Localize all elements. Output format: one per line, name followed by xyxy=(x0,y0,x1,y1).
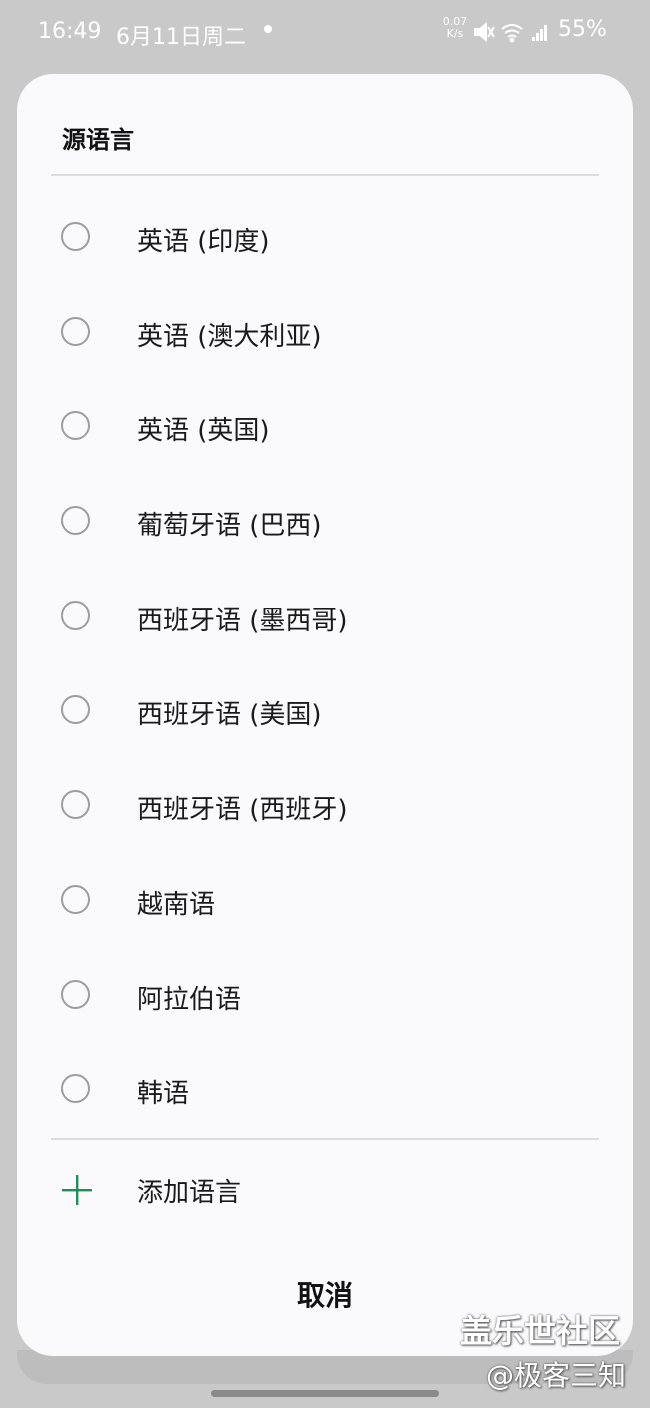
language-option[interactable]: 西班牙语 (墨西哥) xyxy=(17,571,633,666)
network-speed: 0.07 K/s xyxy=(440,16,470,40)
cancel-button[interactable]: 取消 xyxy=(265,1274,385,1314)
status-time: 16:49 xyxy=(38,19,102,44)
radio-button-icon[interactable] xyxy=(61,790,90,820)
radio-button-icon[interactable] xyxy=(61,884,90,914)
mute-icon xyxy=(474,21,495,43)
radio-button-icon[interactable] xyxy=(61,506,90,536)
language-option-label: 西班牙语 (西班牙) xyxy=(137,795,348,826)
radio-button-icon[interactable] xyxy=(61,979,90,1009)
radio-button-icon[interactable] xyxy=(61,222,90,251)
language-option-label: 西班牙语 (墨西哥) xyxy=(137,605,348,636)
radio-button-icon[interactable] xyxy=(61,411,90,441)
radio-button-icon[interactable] xyxy=(61,600,90,630)
language-option-label: 英语 (英国) xyxy=(137,416,270,447)
language-option-label: 葡萄牙语 (巴西) xyxy=(137,511,322,542)
language-option[interactable]: 英语 (印度) xyxy=(17,192,633,287)
language-option-label: 阿拉伯语 xyxy=(137,984,242,1015)
language-option[interactable]: 英语 (澳大利亚) xyxy=(17,287,633,382)
notification-dot-icon xyxy=(264,25,272,33)
signal-icon xyxy=(532,25,547,41)
home-gesture-bar[interactable] xyxy=(211,1390,439,1397)
battery-level: 55% xyxy=(558,17,607,42)
radio-button-icon[interactable] xyxy=(61,316,90,346)
dialog-title: 源语言 xyxy=(62,126,134,154)
radio-button-icon[interactable] xyxy=(61,695,90,725)
language-option-label: 英语 (印度) xyxy=(137,227,270,257)
source-language-dialog: 源语言 英语 (印度) 英语 (澳大利亚) 英语 (英国) 葡萄牙语 (巴西) … xyxy=(17,74,633,1356)
language-option-label: 韩语 xyxy=(137,1079,190,1110)
language-option[interactable]: 越南语 xyxy=(17,855,633,950)
language-option[interactable]: 西班牙语 (美国) xyxy=(17,665,633,760)
language-option-label: 西班牙语 (美国) xyxy=(137,700,322,731)
language-option-list: 英语 (印度) 英语 (澳大利亚) 英语 (英国) 葡萄牙语 (巴西) 西班牙语… xyxy=(17,192,633,1139)
watermark-community: 盖乐世社区 xyxy=(460,1312,621,1350)
status-date: 6月11日周二 xyxy=(116,25,246,50)
language-option-label: 越南语 xyxy=(137,889,216,920)
watermark-author: @极客三知 xyxy=(486,1359,627,1392)
language-option-label: 英语 (澳大利亚) xyxy=(137,321,322,352)
language-option[interactable]: 阿拉伯语 xyxy=(17,950,633,1045)
add-language-button[interactable]: 添加语言 xyxy=(17,1150,633,1230)
language-option[interactable]: 葡萄牙语 (巴西) xyxy=(17,476,633,571)
plus-icon xyxy=(62,1175,92,1205)
wifi-icon xyxy=(501,24,523,43)
language-option[interactable]: 韩语 xyxy=(17,1044,633,1139)
status-icons xyxy=(474,21,547,43)
list-divider xyxy=(51,1138,599,1140)
add-language-label: 添加语言 xyxy=(137,1178,242,1208)
radio-button-icon[interactable] xyxy=(61,1074,90,1104)
language-option[interactable]: 英语 (英国) xyxy=(17,381,633,476)
status-bar: 16:49 6月11日周二 0.07 K/s 55% xyxy=(0,0,650,66)
language-option[interactable]: 西班牙语 (西班牙) xyxy=(17,760,633,855)
network-speed-unit: K/s xyxy=(446,27,464,40)
title-divider xyxy=(51,174,599,176)
